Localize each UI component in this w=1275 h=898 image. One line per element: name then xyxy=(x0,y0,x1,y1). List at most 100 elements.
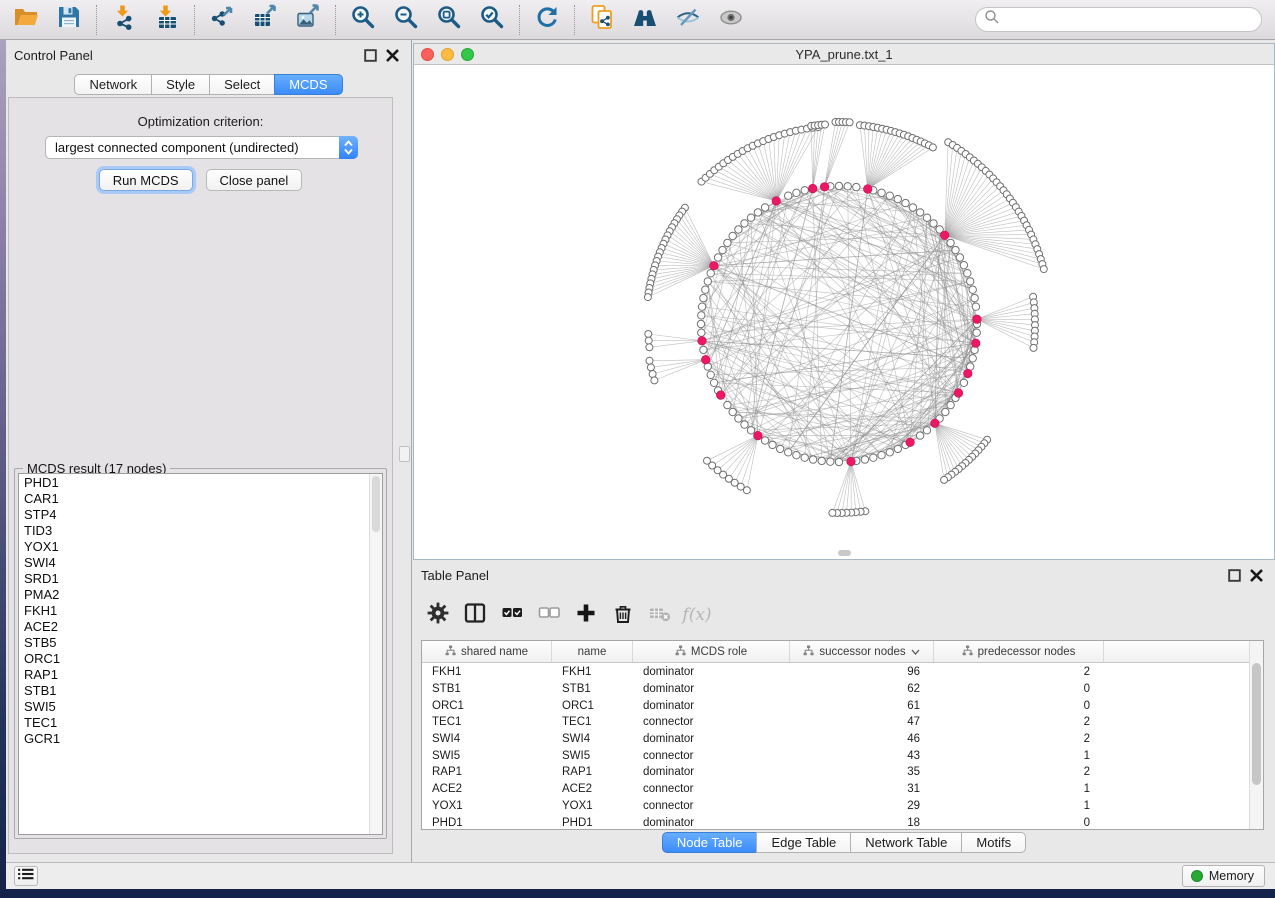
zoom-out-button[interactable] xyxy=(389,4,423,36)
mcds-result-item[interactable]: SRD1 xyxy=(19,571,368,587)
table-row[interactable]: SWI4SWI4dominator462 xyxy=(422,731,1249,748)
float-table-panel-icon[interactable] xyxy=(1228,569,1241,582)
column-header-predecessor-nodes[interactable]: predecessor nodes xyxy=(934,641,1104,662)
table-row[interactable]: RAP1RAP1dominator352 xyxy=(422,764,1249,781)
task-history-button[interactable] xyxy=(14,866,38,886)
tab-select[interactable]: Select xyxy=(209,74,275,95)
table-cell[interactable]: 0 xyxy=(934,817,1104,829)
table-cell[interactable]: TEC1 xyxy=(552,716,633,728)
tab-node-table[interactable]: Node Table xyxy=(662,832,758,853)
table-row[interactable]: STB1STB1dominator620 xyxy=(422,681,1249,698)
table-cell[interactable]: 2 xyxy=(934,716,1104,728)
table-cell[interactable]: 1 xyxy=(934,750,1104,762)
table-cell[interactable]: 1 xyxy=(934,783,1104,795)
table-cell[interactable]: ORC1 xyxy=(422,700,552,712)
table-cell[interactable]: 43 xyxy=(790,750,934,762)
column-header-name[interactable]: name xyxy=(552,641,633,662)
mcds-result-item[interactable]: ACE2 xyxy=(19,619,368,635)
table-scrollbar[interactable] xyxy=(1249,641,1263,829)
table-cell[interactable]: SWI5 xyxy=(422,750,552,762)
mcds-result-item[interactable]: ORC1 xyxy=(19,651,368,667)
table-cell[interactable]: STB1 xyxy=(422,683,552,695)
table-row[interactable]: ORC1ORC1dominator610 xyxy=(422,697,1249,714)
tab-network-table[interactable]: Network Table xyxy=(850,832,962,853)
table-cell[interactable]: connector xyxy=(633,716,790,728)
table-cell[interactable]: SWI4 xyxy=(422,733,552,745)
column-header-shared-name[interactable]: shared name xyxy=(422,641,552,662)
table-cell[interactable]: TEC1 xyxy=(422,716,552,728)
mcds-result-item[interactable]: SWI5 xyxy=(19,699,368,715)
table-cell[interactable]: PHD1 xyxy=(552,817,633,829)
table-row[interactable]: ACE2ACE2connector311 xyxy=(422,781,1249,798)
table-cell[interactable]: 61 xyxy=(790,700,934,712)
search-field[interactable] xyxy=(975,7,1262,32)
table-cell[interactable]: FKH1 xyxy=(552,666,633,678)
mcds-result-item[interactable]: PMA2 xyxy=(19,587,368,603)
table-cell[interactable]: dominator xyxy=(633,666,790,678)
export-table-button[interactable] xyxy=(248,4,282,36)
run-mcds-button[interactable]: Run MCDS xyxy=(99,169,193,191)
zoom-fit-button[interactable] xyxy=(432,4,466,36)
table-row[interactable]: YOX1YOX1connector291 xyxy=(422,798,1249,815)
close-table-panel-icon[interactable] xyxy=(1250,569,1263,582)
table-cell[interactable]: ACE2 xyxy=(422,783,552,795)
close-panel-button[interactable]: Close panel xyxy=(206,169,303,191)
mcds-result-item[interactable]: YOX1 xyxy=(19,539,368,555)
tab-style[interactable]: Style xyxy=(151,74,210,95)
table-cell[interactable]: dominator xyxy=(633,733,790,745)
table-cell[interactable]: RAP1 xyxy=(422,766,552,778)
network-window-titlebar[interactable]: YPA_prune.txt_1 xyxy=(414,44,1274,65)
mcds-result-item[interactable]: GCR1 xyxy=(19,731,368,747)
mcds-result-item[interactable]: PHD1 xyxy=(19,475,368,491)
table-cell[interactable]: 62 xyxy=(790,683,934,695)
column-visibility-button[interactable] xyxy=(462,602,488,628)
export-image-button[interactable] xyxy=(291,4,325,36)
tab-edge-table[interactable]: Edge Table xyxy=(756,832,851,853)
delete-column-button[interactable] xyxy=(610,602,636,628)
close-panel-icon[interactable] xyxy=(386,49,399,62)
mcds-result-item[interactable]: STB5 xyxy=(19,635,368,651)
table-cell[interactable]: connector xyxy=(633,800,790,812)
panel-splitter-grip[interactable] xyxy=(399,446,410,462)
table-cell[interactable]: 0 xyxy=(934,700,1104,712)
mcds-result-item[interactable]: STP4 xyxy=(19,507,368,523)
mcds-list-scrollbar[interactable] xyxy=(369,474,382,834)
column-header-mcds-role[interactable]: MCDS role xyxy=(633,641,790,662)
column-header-successor-nodes[interactable]: successor nodes xyxy=(790,641,934,662)
tab-motifs[interactable]: Motifs xyxy=(961,832,1026,853)
table-cell[interactable]: 96 xyxy=(790,666,934,678)
zoom-in-button[interactable] xyxy=(346,4,380,36)
table-cell[interactable]: connector xyxy=(633,750,790,762)
table-scrollbar-thumb[interactable] xyxy=(1252,663,1261,785)
deselect-all-button[interactable] xyxy=(536,602,562,628)
attribute-options-button[interactable] xyxy=(425,602,451,628)
table-cell[interactable]: dominator xyxy=(633,700,790,712)
select-all-button[interactable] xyxy=(499,602,525,628)
mcds-result-item[interactable]: CAR1 xyxy=(19,491,368,507)
table-cell[interactable]: YOX1 xyxy=(422,800,552,812)
table-cell[interactable]: 1 xyxy=(934,800,1104,812)
table-row[interactable]: FKH1FKH1dominator962 xyxy=(422,664,1249,681)
mcds-result-item[interactable]: RAP1 xyxy=(19,667,368,683)
table-cell[interactable]: ORC1 xyxy=(552,700,633,712)
open-file-button[interactable] xyxy=(9,4,43,36)
table-cell[interactable]: SWI5 xyxy=(552,750,633,762)
import-table-button[interactable] xyxy=(150,4,184,36)
table-cell[interactable]: dominator xyxy=(633,683,790,695)
table-cell[interactable]: 31 xyxy=(790,783,934,795)
hide-selected-button[interactable] xyxy=(671,4,705,36)
table-cell[interactable]: dominator xyxy=(633,766,790,778)
table-cell[interactable]: connector xyxy=(633,783,790,795)
mcds-result-item[interactable]: SWI4 xyxy=(19,555,368,571)
table-cell[interactable]: 2 xyxy=(934,733,1104,745)
network-graph[interactable] xyxy=(414,65,1274,559)
memory-button[interactable]: Memory xyxy=(1182,865,1265,887)
mcds-result-item[interactable]: STB1 xyxy=(19,683,368,699)
search-input[interactable] xyxy=(1000,10,1261,30)
table-cell[interactable]: 2 xyxy=(934,666,1104,678)
add-column-button[interactable] xyxy=(573,602,599,628)
table-row[interactable]: SWI5SWI5connector431 xyxy=(422,747,1249,764)
apply-layout-button[interactable] xyxy=(530,4,564,36)
criterion-dropdown[interactable]: largest connected component (undirected) xyxy=(45,136,358,159)
float-panel-icon[interactable] xyxy=(364,49,377,62)
